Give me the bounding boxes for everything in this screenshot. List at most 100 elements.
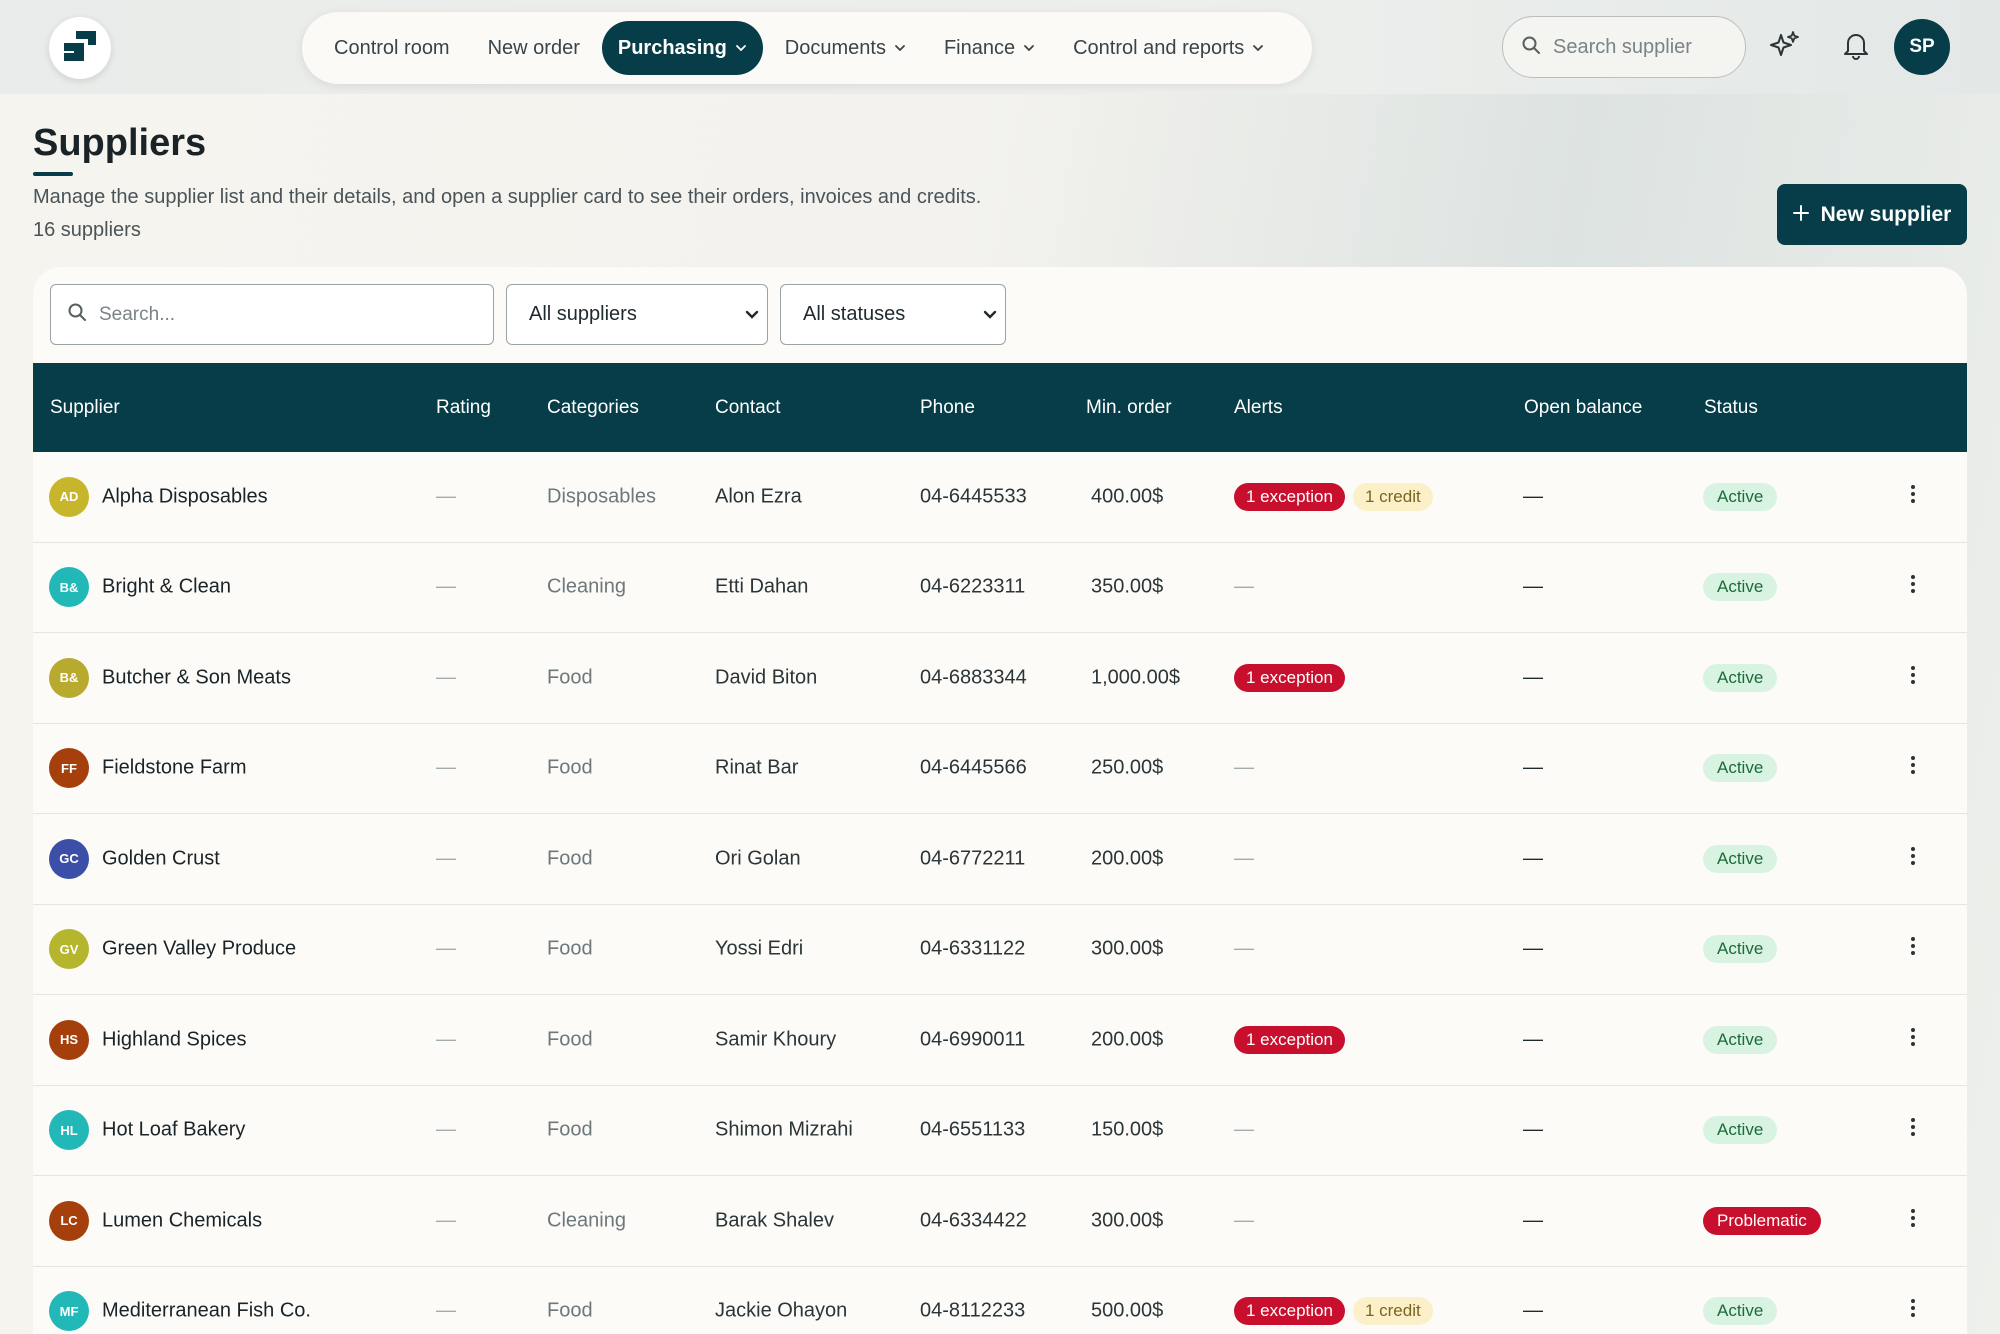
row-actions-button[interactable] — [1903, 753, 1923, 783]
table-row[interactable]: MF Mediterranean Fish Co. — Food Jackie Ohay… — [33, 1267, 1967, 1334]
column-header-phone[interactable]: Phone — [920, 397, 975, 419]
supplier-search-box[interactable] — [1502, 16, 1746, 78]
row-actions-button[interactable] — [1903, 663, 1923, 693]
status-badge: Active — [1703, 754, 1778, 783]
credit-badge[interactable]: 1 credit — [1352, 1297, 1433, 1326]
table-row[interactable]: LC Lumen Chemicals — Cleaning Barak Shalev 04… — [33, 1176, 1967, 1267]
status-badge: Active — [1703, 935, 1778, 964]
phone-value: 04-8112233 — [920, 1299, 1026, 1322]
nav-item-purchasing[interactable]: Purchasing — [601, 21, 763, 75]
table-row[interactable]: B& Bright & Clean — Cleaning Etti Dahan 04-62… — [33, 543, 1967, 633]
table-row[interactable]: B& Butcher & Son Meats — Food David Biton 04-… — [33, 633, 1967, 724]
table-row[interactable]: GC Golden Crust — Food Ori Golan 04-6772211 20… — [33, 814, 1967, 905]
table-row[interactable]: HL Hot Loaf Bakery — Food Shimon Mizrahi 04-6… — [33, 1086, 1967, 1176]
no-alerts: — — [1234, 847, 1254, 870]
row-actions-button[interactable] — [1903, 1025, 1923, 1055]
open-balance-value: — — [1523, 937, 1543, 960]
nav-item-label: Control and reports — [1073, 36, 1245, 59]
row-actions-button[interactable] — [1903, 482, 1923, 512]
logo[interactable] — [49, 17, 111, 79]
column-header-alerts[interactable]: Alerts — [1234, 397, 1283, 419]
nav-item-new-order[interactable]: New order — [472, 21, 596, 75]
chevron-down-icon — [1252, 42, 1264, 54]
table-search-box[interactable] — [50, 284, 494, 345]
no-alerts: — — [1234, 756, 1254, 779]
exception-badge[interactable]: 1 exception — [1234, 1025, 1345, 1054]
row-actions-button[interactable] — [1903, 1296, 1923, 1326]
contact-value: Etti Dahan — [715, 575, 809, 598]
open-balance-value: — — [1523, 756, 1543, 779]
contact-value: Alon Ezra — [715, 485, 802, 508]
exception-badge[interactable]: 1 exception — [1234, 663, 1345, 692]
bell-icon — [1842, 30, 1870, 65]
nav-item-documents[interactable]: Documents — [769, 21, 922, 75]
column-header-min-order[interactable]: Min. order — [1086, 397, 1172, 419]
new-supplier-button[interactable]: New supplier — [1777, 184, 1967, 245]
status-filter-select[interactable]: All statuses — [780, 284, 1006, 345]
sparkle-icon — [1769, 29, 1801, 66]
category-value: Food — [547, 1028, 593, 1051]
table-search-input[interactable] — [99, 303, 459, 326]
supplier-name[interactable]: Green Valley Produce — [102, 938, 296, 961]
plus-icon — [1792, 203, 1809, 227]
supplier-search-input[interactable] — [1553, 35, 1713, 59]
supplier-name[interactable]: Fieldstone Farm — [102, 757, 247, 780]
phone-value: 04-6331122 — [920, 937, 1026, 960]
supplier-name[interactable]: Lumen Chemicals — [102, 1209, 262, 1232]
supplier-name[interactable]: Highland Spices — [102, 1028, 247, 1051]
table-row[interactable]: FF Fieldstone Farm — Food Rinat Bar 04-644556… — [33, 724, 1967, 814]
supplier-name[interactable]: Golden Crust — [102, 847, 220, 870]
supplier-name[interactable]: Alpha Disposables — [102, 485, 268, 508]
contact-value: David Biton — [715, 666, 818, 689]
status-badge: Active — [1703, 1116, 1778, 1145]
title-underline — [33, 172, 73, 176]
column-header-status[interactable]: Status — [1704, 397, 1758, 419]
column-header-open-balance[interactable]: Open balance — [1524, 397, 1642, 419]
row-actions-button[interactable] — [1903, 1115, 1923, 1145]
supplier-name[interactable]: Mediterranean Fish Co. — [102, 1300, 311, 1323]
supplier-avatar: GC — [49, 838, 89, 879]
table-row[interactable]: AD Alpha Disposables — Disposables Alon Ezra… — [33, 452, 1967, 543]
phone-value: 04-6334422 — [920, 1209, 1027, 1232]
more-vertical-icon — [1910, 755, 1916, 781]
rating-value: — — [436, 1118, 456, 1141]
ai-assistant-button[interactable] — [1762, 24, 1808, 70]
row-actions-button[interactable] — [1903, 934, 1923, 964]
alerts-cell: 1 exception — [1234, 663, 1345, 692]
alerts-cell: — — [1234, 1119, 1254, 1142]
supplier-name[interactable]: Bright & Clean — [102, 576, 231, 599]
phone-value: 04-6445566 — [920, 756, 1027, 779]
rating-value: — — [436, 1209, 456, 1232]
exception-badge[interactable]: 1 exception — [1234, 1297, 1345, 1326]
supplier-name[interactable]: Butcher & Son Meats — [102, 666, 291, 689]
supplier-avatar: B& — [49, 567, 89, 608]
contact-value: Yossi Edri — [715, 937, 804, 960]
min-order-value: 200.00$ — [1091, 1028, 1164, 1051]
row-actions-button[interactable] — [1903, 572, 1923, 602]
status-badge: Active — [1703, 844, 1778, 873]
supplier-filter-select[interactable]: All suppliers — [506, 284, 768, 345]
table-header: Supplier Rating Categories Contact Phone… — [33, 363, 1967, 452]
column-header-contact[interactable]: Contact — [715, 397, 780, 419]
search-icon — [67, 302, 87, 327]
column-header-categories[interactable]: Categories — [547, 397, 639, 419]
row-actions-button[interactable] — [1903, 844, 1923, 874]
column-header-rating[interactable]: Rating — [436, 397, 491, 419]
contact-value: Samir Khoury — [715, 1028, 837, 1051]
supplier-name[interactable]: Hot Loaf Bakery — [102, 1119, 245, 1142]
nav-item-control-and-reports[interactable]: Control and reports — [1057, 21, 1280, 75]
nav-item-finance[interactable]: Finance — [928, 21, 1051, 75]
more-vertical-icon — [1910, 1298, 1916, 1324]
notifications-button[interactable] — [1833, 24, 1879, 70]
exception-badge[interactable]: 1 exception — [1234, 482, 1345, 511]
nav-item-label: New order — [487, 36, 580, 59]
logo-icon — [62, 29, 98, 68]
credit-badge[interactable]: 1 credit — [1352, 482, 1433, 511]
nav-item-control-room[interactable]: Control room — [318, 21, 466, 75]
column-header-supplier[interactable]: Supplier — [50, 397, 120, 419]
row-actions-button[interactable] — [1903, 1206, 1923, 1236]
table-row[interactable]: GV Green Valley Produce — Food Yossi Edri 04-… — [33, 905, 1967, 995]
table-row[interactable]: HS Highland Spices — Food Samir Khoury 04-699… — [33, 995, 1967, 1086]
user-avatar[interactable]: SP — [1894, 19, 1950, 75]
alerts-cell: 1 exception — [1234, 1025, 1345, 1054]
